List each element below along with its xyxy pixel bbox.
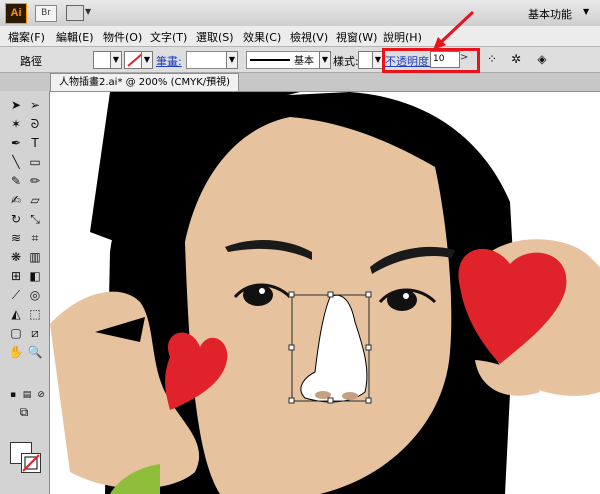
- character-illustration: [50, 92, 600, 494]
- brush-stroke-preview: [250, 59, 290, 61]
- eraser-tool-icon[interactable]: ▱: [27, 192, 43, 208]
- selection-tool-icon[interactable]: ➤: [8, 97, 24, 113]
- lasso-tool-icon[interactable]: ᘐ: [27, 116, 43, 132]
- brush-dropdown[interactable]: ▼: [319, 51, 331, 69]
- blob-brush-tool-icon[interactable]: ✍: [8, 192, 24, 208]
- bridge-button[interactable]: Br: [35, 5, 57, 22]
- artboard-tool-icon[interactable]: ▢: [8, 325, 24, 341]
- pen-tool-icon[interactable]: ✒: [8, 135, 24, 151]
- stroke-weight-field[interactable]: [186, 51, 228, 69]
- hand-tool-icon[interactable]: ✋: [8, 344, 24, 360]
- menu-bar: 檔案(F) 編輯(E) 物件(O) 文字(T) 選取(S) 效果(C) 檢視(V…: [0, 26, 600, 47]
- scale-tool-icon[interactable]: ⤡: [27, 211, 43, 227]
- document-tab[interactable]: 人物插畫2.ai* @ 200% (CMYK/預視): [50, 73, 240, 91]
- rotate-tool-icon[interactable]: ↻: [8, 211, 24, 227]
- rectangle-tool-icon[interactable]: ▭: [27, 154, 43, 170]
- gradient-tool-icon[interactable]: ◧: [27, 268, 43, 284]
- menu-help[interactable]: 說明(H): [383, 29, 422, 45]
- pencil-tool-icon[interactable]: ✏: [27, 173, 43, 189]
- menu-window[interactable]: 視窗(W): [336, 29, 377, 45]
- stroke-label[interactable]: 筆畫:: [156, 53, 182, 69]
- none-mode-icon[interactable]: ⊘: [33, 387, 49, 403]
- menu-object[interactable]: 物件(O): [103, 29, 142, 45]
- chevron-down-icon[interactable]: ▼: [85, 7, 91, 16]
- brush-name: 基本: [294, 56, 314, 67]
- eyedropper-tool-icon[interactable]: ⟋: [8, 287, 24, 303]
- live-paint-selection-tool-icon[interactable]: ⬚: [27, 306, 43, 322]
- selection-type-label: 路徑: [20, 55, 42, 68]
- menu-view[interactable]: 檢視(V): [290, 29, 328, 45]
- free-transform-tool-icon[interactable]: ⌗: [27, 230, 43, 246]
- application-bar: Ai Br ▼ 基本功能 ▼: [0, 0, 600, 27]
- menu-select[interactable]: 選取(S): [196, 29, 234, 45]
- mesh-tool-icon[interactable]: ⊞: [8, 268, 24, 284]
- document-tab-bar: 人物插畫2.ai* @ 200% (CMYK/預視): [0, 73, 600, 92]
- fill-dropdown[interactable]: ▼: [110, 51, 122, 69]
- paintbrush-tool-icon[interactable]: ✎: [8, 173, 24, 189]
- illustrator-logo: Ai: [5, 3, 27, 24]
- menu-effect[interactable]: 效果(C): [243, 29, 281, 45]
- menu-file[interactable]: 檔案(F): [8, 29, 45, 45]
- stroke-weight-dropdown[interactable]: ▼: [226, 51, 238, 69]
- direct-selection-tool-icon[interactable]: ➢: [27, 97, 43, 113]
- live-paint-bucket-tool-icon[interactable]: ◭: [8, 306, 24, 322]
- slice-tool-icon[interactable]: ⧄: [27, 325, 43, 341]
- magic-wand-tool-icon[interactable]: ✶: [8, 116, 24, 132]
- blend-tool-icon[interactable]: ◎: [27, 287, 43, 303]
- stroke-color-box[interactable]: [21, 453, 41, 473]
- control-bar: 路徑 ▼ ▼ 筆畫: ▼ 基本 ▼ 樣式: ▼ 不透明度: 10 > ⁘ ✲ ◈: [0, 47, 600, 73]
- menu-type[interactable]: 文字(T): [150, 29, 187, 45]
- artboard-canvas[interactable]: [50, 92, 600, 494]
- symbol-sprayer-tool-icon[interactable]: ❋: [8, 249, 24, 265]
- stroke-dropdown[interactable]: ▼: [141, 51, 153, 69]
- recolor-artwork-icon[interactable]: ✲: [508, 51, 524, 67]
- menu-edit[interactable]: 編輯(E): [56, 29, 94, 45]
- isolate-icon[interactable]: ◈: [534, 51, 550, 67]
- align-icon[interactable]: ⁘: [484, 51, 500, 67]
- chevron-down-icon[interactable]: ▼: [583, 7, 589, 16]
- line-tool-icon[interactable]: ╲: [8, 154, 24, 170]
- type-tool-icon[interactable]: T: [27, 135, 43, 151]
- workspace-switcher[interactable]: 基本功能: [528, 6, 572, 22]
- arrange-documents-icon[interactable]: [66, 5, 84, 21]
- zoom-tool-icon[interactable]: 🔍: [27, 344, 43, 360]
- tools-panel: ➤ ➢ ✶ ᘐ ✒ T ╲ ▭ ✎ ✏ ✍ ▱ ↻ ⤡ ≋ ⌗ ❋ ▥ ⊞ ◧ …: [0, 91, 50, 494]
- column-graph-tool-icon[interactable]: ▥: [27, 249, 43, 265]
- drawing-mode-icon[interactable]: ⧉: [16, 404, 32, 420]
- style-label: 樣式:: [333, 55, 359, 68]
- annotation-arrow-icon: [433, 10, 475, 50]
- warp-tool-icon[interactable]: ≋: [8, 230, 24, 246]
